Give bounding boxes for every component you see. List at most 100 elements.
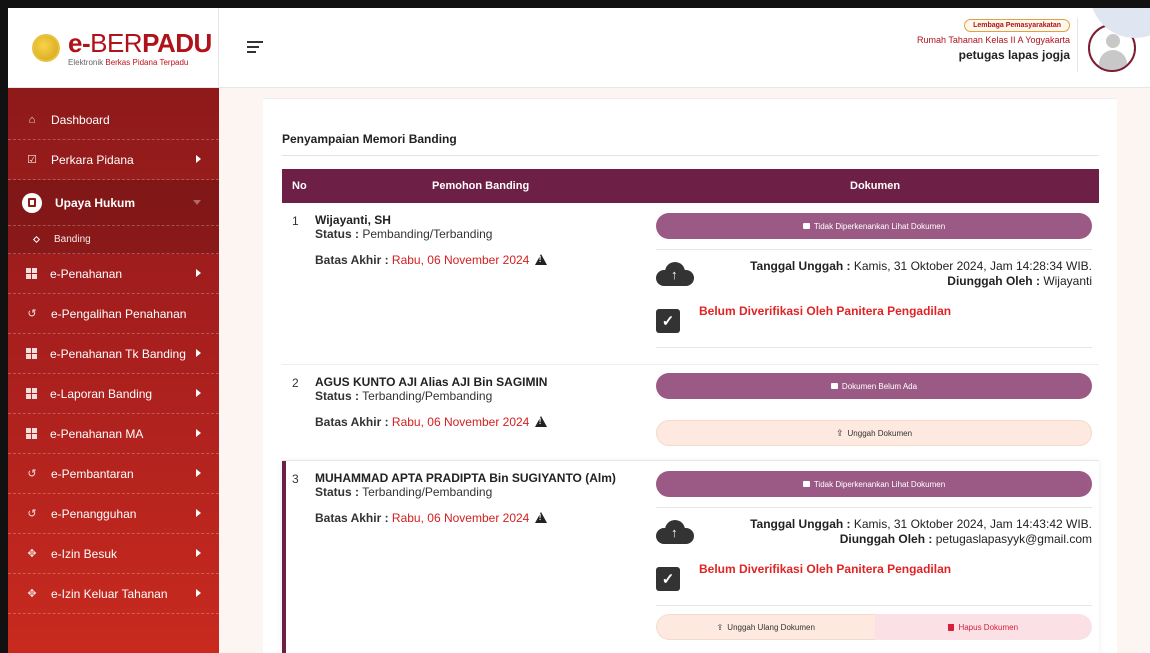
table-row: 3 MUHAMMAD APTA PRADIPTA Bin SUGIYANTO (…: [282, 461, 1099, 653]
emblem-icon: [32, 34, 60, 62]
history-icon: ↺: [27, 467, 37, 480]
handshake-icon: ✥: [27, 547, 37, 560]
brand-subtitle-prefix: Elektronik: [68, 57, 104, 67]
divider: [656, 605, 1092, 606]
applicant-name: MUHAMMAD APTA PRADIPTA Bin SUGIYANTO (Al…: [315, 471, 616, 485]
history-icon: ↺: [27, 507, 37, 520]
chevron-right-icon: [196, 349, 201, 357]
column-header-pemohon: Pemohon Banding: [432, 180, 530, 192]
table-header: No Pemohon Banding Dokumen: [282, 169, 1099, 203]
check-square-icon: ☑: [27, 153, 37, 166]
upload-info: Tanggal Unggah : Kamis, 31 Oktober 2024,…: [750, 259, 1092, 289]
document-unavailable-button[interactable]: Dokumen Belum Ada: [656, 373, 1092, 399]
deadline: Batas Akhir : Rabu, 06 November 2024: [315, 253, 547, 267]
button-label: Dokumen Belum Ada: [841, 381, 918, 391]
sidebar-item-label: e-Penahanan: [50, 266, 123, 281]
menu-icon[interactable]: [247, 41, 263, 55]
applicant-status: Status : Terbanding/Pembanding: [315, 485, 492, 499]
sidebar-item-e-pengalihan-penahanan[interactable]: ↺ e-Pengalihan Penahanan: [8, 294, 219, 334]
institution-badge: Lembaga Pemasyarakatan: [964, 19, 1070, 32]
status-value: Terbanding/Pembanding: [362, 485, 493, 499]
button-label: Hapus Dokumen: [958, 622, 1019, 632]
view-document-button[interactable]: Tidak Diperkenankan Lihat Dokumen: [656, 213, 1092, 239]
deadline: Batas Akhir : Rabu, 06 November 2024: [315, 415, 547, 429]
applicant-name: Wijayanti, SH: [315, 213, 391, 227]
history-icon: ↺: [27, 307, 37, 320]
folder-icon: [830, 383, 838, 389]
status-value: Pembanding/Terbanding: [362, 227, 493, 241]
sidebar-item-e-izin-besuk[interactable]: ✥ e-Izin Besuk: [8, 534, 219, 574]
upload-date: Kamis, 31 Oktober 2024, Jam 14:28:34 WIB…: [853, 259, 1092, 273]
sidebar-item-label: e-Penahanan Tk Banding: [50, 346, 186, 361]
content-panel: Penyampaian Memori Banding No Pemohon Ba…: [263, 98, 1117, 653]
view-document-button[interactable]: Tidak Diperkenankan Lihat Dokumen: [656, 471, 1092, 497]
status-value: Terbanding/Pembanding: [362, 389, 493, 403]
deadline-label: Batas Akhir :: [315, 253, 389, 267]
sidebar-subitem-banding[interactable]: Banding: [8, 226, 219, 254]
reupload-document-button[interactable]: ⇪ Unggah Ulang Dokumen: [656, 614, 875, 640]
chevron-right-icon: [196, 155, 201, 163]
chevron-right-icon: [196, 269, 201, 277]
page-title: Penyampaian Memori Banding: [282, 132, 457, 146]
verification-status: Belum Diverifikasi Oleh Panitera Pengadi…: [699, 304, 952, 318]
applicant-name: AGUS KUNTO AJI Alias AJI Bin SAGIMIN: [315, 375, 548, 389]
chevron-right-icon: [196, 509, 201, 517]
sidebar-item-label: e-Penangguhan: [51, 506, 137, 521]
upload-document-button[interactable]: ⇪ Unggah Dokumen: [656, 420, 1092, 446]
status-label: Status :: [315, 227, 360, 241]
applicant-status: Status : Pembanding/Terbanding: [315, 227, 492, 241]
sidebar-item-label: e-Pembantaran: [51, 466, 134, 481]
sidebar-item-upaya-hukum[interactable]: Upaya Hukum: [8, 180, 219, 226]
sidebar-item-label: e-Izin Keluar Tahanan: [51, 586, 168, 601]
sidebar-item-label: e-Izin Besuk: [51, 546, 118, 561]
grid-icon: [26, 388, 37, 399]
upload-icon: ⇪: [835, 427, 844, 438]
sidebar-item-dashboard[interactable]: ⌂ Dashboard: [8, 100, 219, 140]
avatar-body: [1099, 50, 1127, 70]
column-header-no: No: [292, 180, 307, 192]
chevron-right-icon: [196, 389, 201, 397]
brand-name-padu: PADU: [142, 27, 212, 58]
chevron-right-icon: [196, 549, 201, 557]
sidebar-item-perkara-pidana[interactable]: ☑ Perkara Pidana: [8, 140, 219, 180]
sidebar-item-label: e-Laporan Banding: [50, 386, 153, 401]
grid-icon: [26, 268, 37, 279]
sidebar-item-e-laporan-banding[interactable]: e-Laporan Banding: [8, 374, 219, 414]
sidebar-item-label: Perkara Pidana: [51, 152, 134, 167]
brand-name-ber: BER: [90, 27, 143, 58]
sidebar-item-e-penangguhan[interactable]: ↺ e-Penangguhan: [8, 494, 219, 534]
button-label: Unggah Ulang Dokumen: [727, 622, 815, 632]
sidebar-item-e-izin-keluar-tahanan[interactable]: ✥ e-Izin Keluar Tahanan: [8, 574, 219, 614]
divider: [656, 249, 1092, 250]
chevron-down-icon: [193, 200, 201, 205]
document-actions: ⇪ Unggah Ulang Dokumen Hapus Dokumen: [656, 614, 1092, 640]
deadline-label: Batas Akhir :: [315, 511, 389, 525]
row-number: 2: [292, 376, 299, 390]
grid-icon: [26, 428, 37, 439]
uploader: petugaslapasyyk@gmail.com: [935, 532, 1092, 546]
divider: [1077, 18, 1078, 72]
main-content: Penyampaian Memori Banding No Pemohon Ba…: [219, 88, 1150, 653]
delete-document-button[interactable]: Hapus Dokumen: [874, 614, 1092, 640]
brand-text: e-BERPADU Elektronik Berkas Pidana Terpa…: [68, 30, 212, 67]
check-icon: ✓: [656, 309, 680, 333]
warning-icon: [534, 254, 547, 265]
uploader: Wijayanti: [1043, 274, 1092, 288]
deadline-value: Rabu, 06 November 2024: [391, 253, 530, 267]
sidebar-item-e-pembantaran[interactable]: ↺ e-Pembantaran: [8, 454, 219, 494]
sidebar-item-e-penahanan-tk-banding[interactable]: e-Penahanan Tk Banding: [8, 334, 219, 374]
sidebar-item-label: Dashboard: [51, 112, 110, 127]
deadline-label: Batas Akhir :: [315, 415, 389, 429]
brand-name-e: e-: [68, 27, 91, 58]
sidebar-item-e-penahanan[interactable]: e-Penahanan: [8, 254, 219, 294]
brand-name: e-BERPADU: [68, 30, 212, 56]
uploader-label: Diunggah Oleh :: [947, 274, 1040, 288]
user-org: Rumah Tahanan Kelas II A Yogyakarta: [917, 35, 1070, 45]
diamond-icon: [32, 235, 41, 244]
upload-info: Tanggal Unggah : Kamis, 31 Oktober 2024,…: [750, 517, 1092, 547]
upload-icon: ⇪: [716, 622, 724, 632]
cloud-upload-icon: ↑: [656, 518, 694, 544]
sidebar-item-e-penahanan-ma[interactable]: e-Penahanan MA: [8, 414, 219, 454]
upload-date-label: Tanggal Unggah :: [750, 259, 851, 273]
brand-logo[interactable]: e-BERPADU Elektronik Berkas Pidana Terpa…: [8, 8, 219, 88]
